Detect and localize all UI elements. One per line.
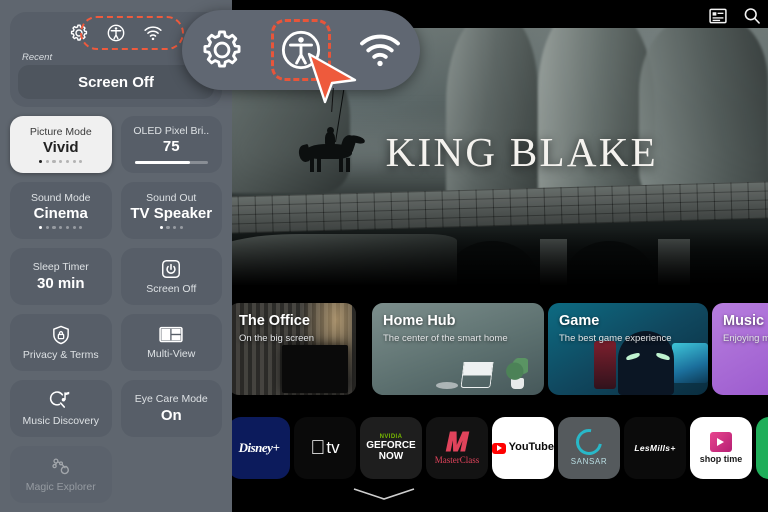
tile-label: Picture Mode [29,125,92,138]
tile-value: On [160,406,182,424]
brightness-slider[interactable] [134,161,208,165]
card-title: The Office [239,313,310,329]
tile-value: Vivid [42,139,79,157]
tile-label: Eye Care Mode [134,393,208,406]
card-subtitle: On the big screen [239,333,314,344]
app-shop-time[interactable]: shop time [690,417,752,479]
app-label: MasterClass [434,454,480,465]
tile-label: OLED Pixel Bri.. [133,124,210,137]
app-sansar[interactable]: SANSAR [558,417,620,479]
app-lesmills-plus[interactable]: LesMills+ [624,417,686,479]
app-label: shop time [699,453,743,464]
tile-label: Sound Mode [30,191,91,204]
tile-sound-mode[interactable]: Sound Mode Cinema [10,182,112,239]
wifi-icon[interactable] [143,23,163,43]
mouse-cursor [307,52,357,104]
bridge-deck [232,181,768,235]
tile-privacy-and-terms[interactable]: Privacy & Terms [10,314,112,371]
tile-label: Screen Off [146,282,197,295]
app-label: Disney+ [238,440,280,456]
hero-title: KING BLAKE [385,128,658,175]
all-settings-icon[interactable] [199,27,245,73]
all-settings-icon[interactable] [69,23,89,43]
tile-sleep-timer[interactable]: Sleep Timer 30 min [10,248,112,305]
app-label: GEFORCE NOW [366,440,416,462]
accessibility-icon[interactable] [106,23,126,43]
tile-music-discovery[interactable]: Music Discovery [10,380,112,437]
card-home-hub[interactable]: Home Hub The center of the smart home [372,303,544,395]
card-title: Music [723,313,765,329]
tile-oled-pixel-brightness[interactable]: OLED Pixel Bri.. 75 [120,116,222,173]
wifi-icon[interactable] [357,27,403,73]
tile-multi-view[interactable]: Multi-View [120,314,222,371]
tile-eye-care-mode[interactable]: Eye Care Mode On [120,380,222,437]
tile-dots [159,226,183,230]
hero-bottom-fade [232,229,768,286]
quick-settings-tile-grid: Picture Mode Vivid OLED Pixel Bri.. 75 S… [10,116,222,503]
app-label: SANSAR [570,457,608,467]
tile-dots [39,226,83,230]
card-subtitle: The best game experience [559,333,672,344]
card-title: Home Hub [383,313,456,329]
zoomed-quick-settings-icons [182,10,420,90]
multiview-icon [159,326,183,342]
tile-value: TV Speaker [130,205,213,223]
chevron-down-icon[interactable] [349,486,419,502]
callout-all-settings-slot[interactable] [190,18,254,82]
tile-screen-off[interactable]: Screen Off [120,248,222,305]
app-disney-plus[interactable]: Disney+ [228,417,290,479]
app-partial[interactable] [756,417,768,479]
tile-label: Multi-View [147,347,196,360]
card-title: Game [559,313,600,329]
app-apple-tv[interactable]:  tv [294,417,356,479]
tv-home-screen: KING BLAKE The Office On the big screen … [0,0,768,512]
shield-lock-icon [52,325,69,345]
shop-bag-icon [710,431,732,452]
tile-value: 75 [162,138,180,156]
app-label: LesMills+ [634,442,676,453]
tile-label: Sleep Timer [32,261,89,274]
card-subtitle: The center of the smart home [383,333,508,344]
app-label: YouTube [508,441,554,454]
tile-label: Privacy & Terms [22,348,99,361]
youtube-play-icon [492,442,506,454]
magic-explorer-icon [52,458,69,474]
power-icon [162,259,181,278]
app-youtube[interactable]: YouTube [492,417,554,479]
card-music[interactable]: Music Enjoying music [712,303,768,395]
tile-label: Music Discovery [22,414,99,427]
guide-icon[interactable] [708,6,728,26]
masterclass-monogram-icon: 𝑴 [445,427,469,457]
card-game[interactable]: Game The best game experience [548,303,708,395]
tile-magic-explorer[interactable]: Magic Explorer [10,446,112,503]
music-search-icon [49,390,69,408]
tile-label: Sound Out [146,191,197,204]
tile-picture-mode[interactable]: Picture Mode Vivid [10,116,112,173]
app-geforce-now[interactable]: NVIDIA GEFORCE NOW [360,417,422,479]
app-masterclass[interactable]: 𝑴 MasterClass [426,417,488,479]
card-subtitle: Enjoying music [723,333,768,344]
recent-screen-off-button[interactable]: Screen Off [18,65,214,99]
tile-value: Cinema [33,205,88,223]
search-icon[interactable] [742,6,762,26]
tile-value: 30 min [36,274,85,292]
app-launcher-row: Disney+  tv NVIDIA GEFORCE NOW 𝑴 Master… [228,417,768,487]
sansar-ring-icon [570,424,608,461]
content-card-row: The Office On the big screen Home Hub Th… [228,303,768,399]
tile-dots [39,160,83,164]
apple-logo-icon:  [310,438,325,458]
tile-sound-out[interactable]: Sound Out TV Speaker [120,182,222,239]
knight-on-horseback [296,81,368,173]
app-label: tv [318,438,339,458]
tile-label: Magic Explorer [25,480,96,493]
card-the-office[interactable]: The Office On the big screen [228,303,356,395]
